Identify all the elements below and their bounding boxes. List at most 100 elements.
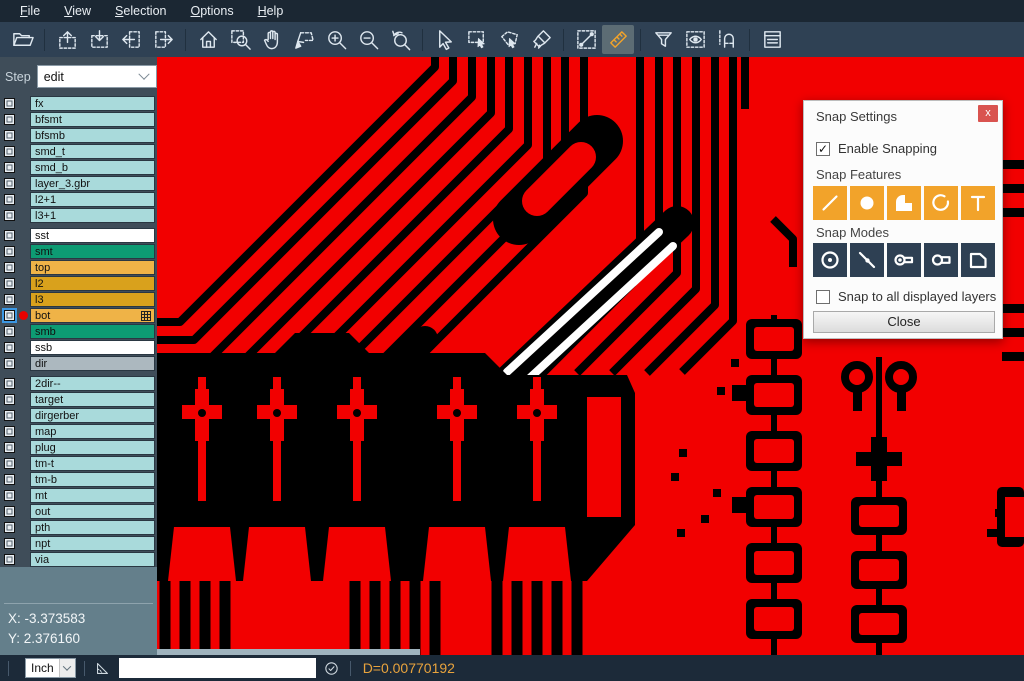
layer-row-top[interactable]: top [0, 259, 157, 275]
layer-visibility-checkbox[interactable] [4, 522, 15, 533]
layer-visibility-checkbox[interactable] [4, 358, 15, 369]
menu-options[interactable]: Options [178, 2, 245, 21]
snap-settings-button[interactable] [711, 25, 743, 54]
snap-all-layers-checkbox[interactable] [816, 290, 830, 304]
open-file-button[interactable] [6, 25, 38, 54]
snap-mode-polygon-button[interactable] [961, 243, 995, 277]
layer-visibility-checkbox[interactable] [4, 394, 15, 405]
pan-button[interactable] [256, 25, 288, 54]
layer-row-bfsmb[interactable]: bfsmb [0, 127, 157, 143]
measure-ruler-button[interactable] [602, 25, 634, 54]
snap-feature-text-button[interactable] [961, 186, 995, 220]
home-view-button[interactable] [192, 25, 224, 54]
layer-row-pth[interactable]: pth [0, 519, 157, 535]
zoom-in-button[interactable] [320, 25, 352, 54]
layer-row-2dir--[interactable]: 2dir-- [0, 375, 157, 391]
layer-row-sst[interactable]: sst [0, 227, 157, 243]
measure-input[interactable] [119, 658, 316, 678]
layer-row-dirgerber[interactable]: dirgerber [0, 407, 157, 423]
menu-selection[interactable]: Selection [103, 2, 178, 21]
step-select[interactable]: edit [37, 65, 157, 88]
layer-row-layer_3.gbr[interactable]: layer_3.gbr [0, 175, 157, 191]
layer-row-smd_t[interactable]: smd_t [0, 143, 157, 159]
layer-visibility-checkbox[interactable] [4, 342, 15, 353]
filter-button[interactable] [647, 25, 679, 54]
menu-view[interactable]: View [52, 2, 103, 21]
dialog-close-action-button[interactable]: Close [813, 311, 995, 333]
layer-visibility-checkbox[interactable] [4, 410, 15, 421]
layer-visibility-checkbox[interactable] [4, 130, 15, 141]
layer-row-bfsmt[interactable]: bfsmt [0, 111, 157, 127]
angle-measure-icon[interactable] [93, 658, 113, 678]
select-rect-button[interactable] [461, 25, 493, 54]
layer-visibility-checkbox[interactable] [4, 178, 15, 189]
layer-visibility-checkbox[interactable] [4, 458, 15, 469]
snap-mode-midpoint-button[interactable] [850, 243, 884, 277]
layer-row-l2[interactable]: l2 [0, 275, 157, 291]
snap-indicator-icon[interactable] [322, 658, 342, 678]
layer-row-l2+1[interactable]: l2+1 [0, 191, 157, 207]
layer-row-tm-t[interactable]: tm-t [0, 455, 157, 471]
layer-visibility-checkbox[interactable] [4, 194, 15, 205]
zoom-previous-button[interactable] [384, 25, 416, 54]
clean-button[interactable] [525, 25, 557, 54]
layer-row-bot[interactable]: bot [0, 307, 157, 323]
snap-mode-slot-button[interactable] [887, 243, 921, 277]
dialog-close-button[interactable]: x [978, 105, 998, 122]
view-options-button[interactable] [679, 25, 711, 54]
layer-visibility-checkbox[interactable] [4, 98, 15, 109]
layer-row-ssb[interactable]: ssb [0, 339, 157, 355]
layer-visibility-checkbox[interactable] [4, 490, 15, 501]
layer-visibility-checkbox[interactable] [4, 506, 15, 517]
layer-visibility-checkbox[interactable] [4, 294, 15, 305]
layer-row-l3[interactable]: l3 [0, 291, 157, 307]
select-button[interactable] [429, 25, 461, 54]
layer-row-l3+1[interactable]: l3+1 [0, 207, 157, 223]
layer-row-target[interactable]: target [0, 391, 157, 407]
snap-feature-surface-button[interactable] [887, 186, 921, 220]
layer-visibility-checkbox[interactable] [4, 278, 15, 289]
layer-visibility-checkbox[interactable] [4, 538, 15, 549]
pcb-canvas[interactable]: Snap Settings x ✓ Enable Snapping Snap F… [157, 57, 1024, 655]
layer-visibility-checkbox[interactable] [4, 210, 15, 221]
unit-select[interactable]: Inch [25, 658, 76, 678]
zoom-window-button[interactable] [224, 25, 256, 54]
shift-left-button[interactable] [115, 25, 147, 54]
layer-visibility-checkbox[interactable] [4, 230, 15, 241]
zoom-out-button[interactable] [352, 25, 384, 54]
layer-row-npt[interactable]: npt [0, 535, 157, 551]
layer-row-tm-b[interactable]: tm-b [0, 471, 157, 487]
layer-row-via[interactable]: via [0, 551, 157, 567]
layer-visibility-checkbox[interactable] [4, 114, 15, 125]
layer-visibility-checkbox[interactable] [4, 162, 15, 173]
enable-snapping-checkbox[interactable]: ✓ [816, 142, 830, 156]
layer-visibility-checkbox[interactable] [4, 474, 15, 485]
layer-visibility-checkbox[interactable] [4, 554, 15, 565]
layer-row-plug[interactable]: plug [0, 439, 157, 455]
layers-panel-button[interactable] [756, 25, 788, 54]
layer-row-out[interactable]: out [0, 503, 157, 519]
import-down-button[interactable] [83, 25, 115, 54]
layer-visibility-checkbox[interactable] [4, 246, 15, 257]
layer-visibility-checkbox[interactable] [4, 326, 15, 337]
layer-row-smb[interactable]: smb [0, 323, 157, 339]
transform-shape-button[interactable] [288, 25, 320, 54]
layer-row-mt[interactable]: mt [0, 487, 157, 503]
layer-row-map[interactable]: map [0, 423, 157, 439]
layer-row-smt[interactable]: smt [0, 243, 157, 259]
layer-row-smd_b[interactable]: smd_b [0, 159, 157, 175]
layer-row-fx[interactable]: fx [0, 95, 157, 111]
layer-visibility-checkbox[interactable] [4, 146, 15, 157]
layer-visibility-checkbox[interactable] [4, 442, 15, 453]
shift-right-button[interactable] [147, 25, 179, 54]
snap-mode-center-button[interactable] [813, 243, 847, 277]
import-up-button[interactable] [51, 25, 83, 54]
layer-visibility-checkbox[interactable] [4, 378, 15, 389]
layer-visibility-checkbox[interactable] [4, 426, 15, 437]
snap-feature-arc-button[interactable] [924, 186, 958, 220]
menu-help[interactable]: Help [246, 2, 296, 21]
measure-line-button[interactable] [570, 25, 602, 54]
snap-feature-line-button[interactable] [813, 186, 847, 220]
layer-row-dir[interactable]: dir [0, 355, 157, 371]
snap-feature-pad-button[interactable] [850, 186, 884, 220]
